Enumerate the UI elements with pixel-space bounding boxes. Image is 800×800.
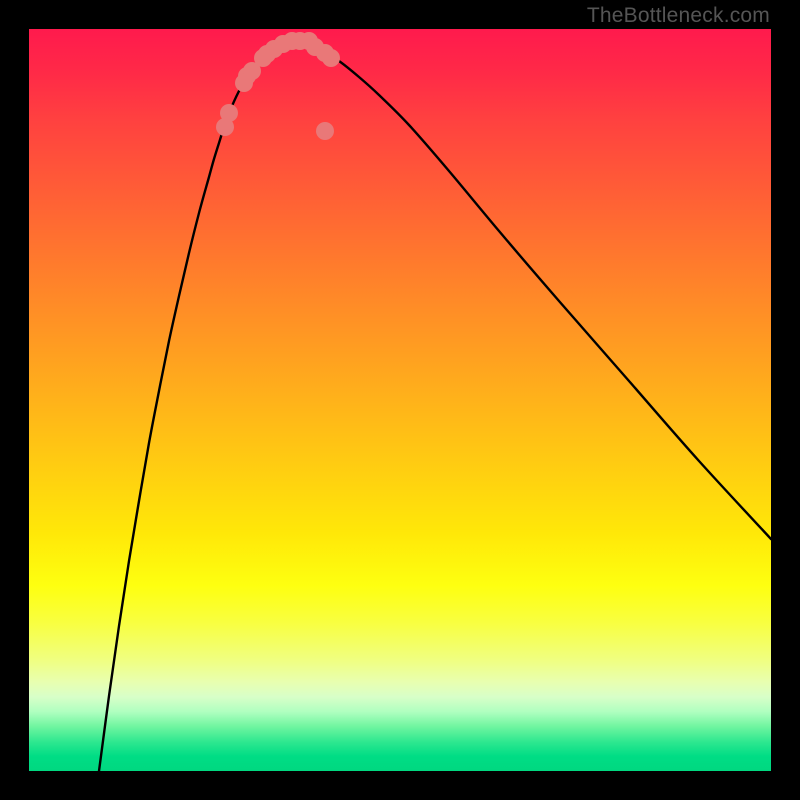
highlight-markers	[216, 32, 340, 140]
watermark-text: TheBottleneck.com	[587, 4, 770, 28]
chart-frame: TheBottleneck.com	[0, 0, 800, 800]
marker-point	[322, 49, 340, 67]
bottleneck-curve	[99, 41, 771, 771]
marker-point	[316, 122, 334, 140]
marker-point	[220, 104, 238, 122]
plot-area	[29, 29, 771, 771]
curve-layer	[29, 29, 771, 771]
